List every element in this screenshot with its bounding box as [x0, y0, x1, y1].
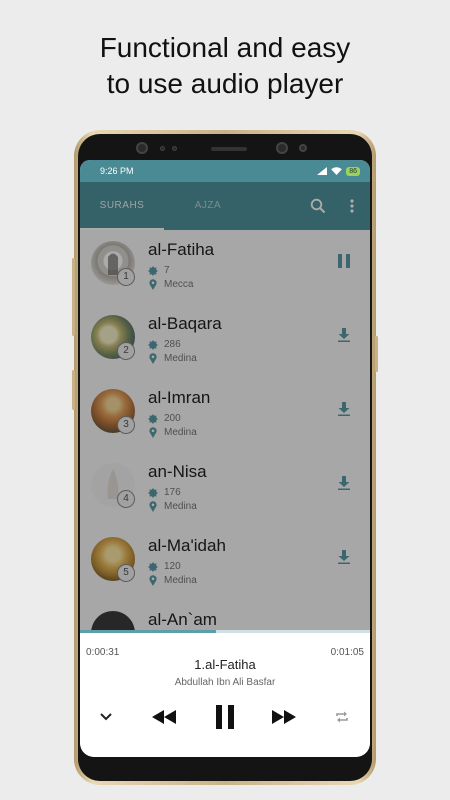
- front-camera: [136, 142, 148, 154]
- surah-name: al-Fatiha: [148, 240, 215, 259]
- progress-fill: [80, 630, 217, 633]
- pause-icon[interactable]: [334, 251, 354, 271]
- earpiece-speaker: [211, 147, 247, 151]
- promo-headline: Functional and easy to use audio player: [0, 30, 450, 102]
- sensor: [172, 146, 177, 151]
- verse-count: 7: [164, 265, 170, 276]
- surah-number-badge: 1: [117, 268, 135, 286]
- audio-player: 0:00:31 0:01:05 1.al-Fatiha Abdullah Ibn…: [80, 630, 370, 757]
- side-button: [375, 336, 378, 372]
- sensor: [299, 144, 307, 152]
- status-time: 9:26 PM: [100, 166, 134, 176]
- pause-icon[interactable]: [211, 703, 239, 731]
- surah-row[interactable]: 3 al-Imran 200 Medina: [80, 378, 370, 452]
- verses-icon: [148, 561, 158, 572]
- battery-icon: 86: [346, 166, 360, 176]
- headline-line-1: Functional and easy: [99, 32, 351, 63]
- surah-number-badge: 3: [117, 416, 135, 434]
- reciter-name: Abdullah Ibn Ali Basfar: [174, 677, 276, 688]
- rewind-icon[interactable]: [150, 703, 178, 731]
- surah-name: an-Nisa: [148, 462, 207, 481]
- track-title: 1.al-Fatiha: [194, 657, 256, 672]
- revelation-place: Medina: [164, 501, 197, 512]
- chevron-down-icon[interactable]: [96, 703, 116, 731]
- download-icon[interactable]: [334, 547, 354, 567]
- progress-bar[interactable]: [80, 630, 370, 633]
- location-pin-icon: [148, 353, 158, 364]
- surah-list: 1 al-Fatiha 7 Mecca 2 al-Baqara 286 Medi…: [80, 230, 370, 674]
- app-bar: SURAHS AJZA: [80, 182, 370, 230]
- wifi-icon: [331, 167, 343, 175]
- surah-name: al-Imran: [148, 388, 211, 407]
- tab-surahs[interactable]: SURAHS: [80, 182, 164, 230]
- front-camera: [276, 142, 288, 154]
- surah-name: al-Baqara: [148, 314, 222, 333]
- location-pin-icon: [148, 427, 158, 438]
- more-vert-icon[interactable]: [342, 196, 362, 216]
- location-pin-icon: [148, 575, 158, 586]
- verse-count: 200: [164, 413, 181, 424]
- signal-icon: [317, 167, 328, 175]
- surah-number-badge: 4: [117, 490, 135, 508]
- tab-ajza[interactable]: AJZA: [180, 182, 236, 230]
- revelation-place: Medina: [164, 353, 197, 364]
- verse-count: 120: [164, 561, 181, 572]
- surah-number-badge: 5: [117, 564, 135, 582]
- location-pin-icon: [148, 501, 158, 512]
- surah-row[interactable]: 4 an-Nisa 176 Medina: [80, 452, 370, 526]
- side-button: [72, 370, 75, 410]
- surah-name: al-An`am: [148, 610, 217, 629]
- location-pin-icon: [148, 279, 158, 290]
- status-bar: 9:26 PM 86: [80, 160, 370, 182]
- surah-name: al-Ma'idah: [148, 536, 226, 555]
- surah-number-badge: 2: [117, 342, 135, 360]
- verses-icon: [148, 339, 158, 350]
- search-icon[interactable]: [308, 196, 328, 216]
- download-icon[interactable]: [334, 473, 354, 493]
- sensor: [160, 146, 165, 151]
- side-button: [72, 258, 75, 336]
- download-icon[interactable]: [334, 399, 354, 419]
- surah-row[interactable]: 2 al-Baqara 286 Medina: [80, 304, 370, 378]
- verses-icon: [148, 487, 158, 498]
- verse-count: 286: [164, 339, 181, 350]
- fast-forward-icon[interactable]: [270, 703, 298, 731]
- headline-line-2: to use audio player: [106, 68, 344, 99]
- surah-row[interactable]: 1 al-Fatiha 7 Mecca: [80, 230, 370, 304]
- app-screen: 9:26 PM 86 SURAHS AJZA 1 al-Fatiha 7 Mec…: [80, 160, 370, 757]
- surah-row[interactable]: 5 al-Ma'idah 120 Medina: [80, 526, 370, 600]
- verses-icon: [148, 413, 158, 424]
- revelation-place: Medina: [164, 427, 197, 438]
- verse-count: 176: [164, 487, 181, 498]
- repeat-icon[interactable]: [332, 703, 352, 731]
- verses-icon: [148, 265, 158, 276]
- revelation-place: Medina: [164, 575, 197, 586]
- download-icon[interactable]: [334, 325, 354, 345]
- revelation-place: Mecca: [164, 279, 194, 290]
